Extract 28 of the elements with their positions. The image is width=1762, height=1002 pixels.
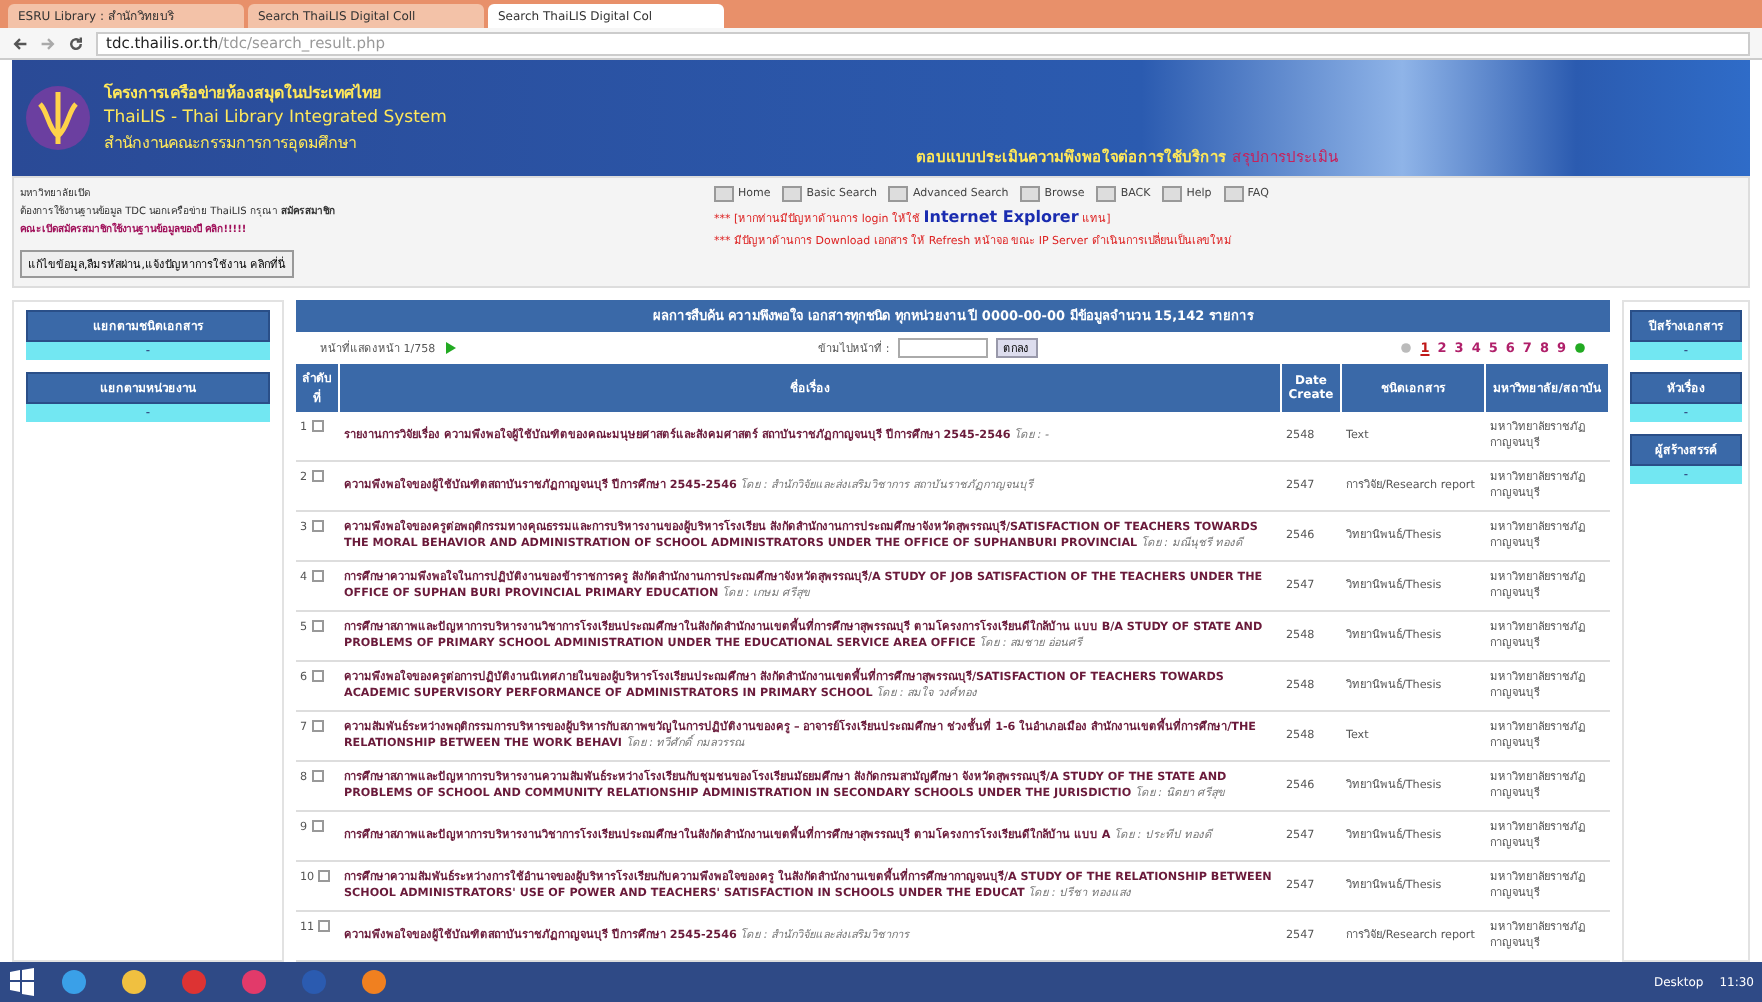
logo-icon xyxy=(24,84,92,152)
next-arrow-icon[interactable] xyxy=(443,342,456,354)
system-title: ThaiLIS - Thai Library Integrated System xyxy=(104,108,447,128)
forward-icon[interactable] xyxy=(40,35,56,51)
page-icon xyxy=(782,186,803,202)
row-checkbox[interactable] xyxy=(318,870,331,882)
row-checkbox[interactable] xyxy=(311,720,324,732)
row-checkbox[interactable] xyxy=(311,570,324,582)
organization-name: สำนักงานคณะกรรมการการอุดมศึกษา xyxy=(104,132,358,156)
page-icon xyxy=(1020,186,1041,202)
row-checkbox[interactable] xyxy=(318,920,331,932)
start-icon[interactable] xyxy=(8,968,36,996)
page-input[interactable] xyxy=(897,338,988,358)
page-icon xyxy=(1096,186,1117,202)
row-checkbox[interactable] xyxy=(311,470,324,482)
row-checkbox[interactable] xyxy=(311,620,324,632)
reload-icon[interactable] xyxy=(68,35,84,51)
project-title: โครงการเครือข่ายห้องสมุดในประเทศไทย xyxy=(104,81,384,106)
row-checkbox[interactable] xyxy=(311,820,324,832)
row-checkbox[interactable] xyxy=(311,420,324,432)
page-icon xyxy=(888,186,909,202)
page-icon xyxy=(714,186,734,202)
page-icon xyxy=(1162,186,1183,202)
row-checkbox[interactable] xyxy=(311,520,324,532)
back-icon[interactable] xyxy=(12,35,28,51)
row-checkbox[interactable] xyxy=(311,670,324,682)
page-icon xyxy=(1223,186,1244,202)
row-checkbox[interactable] xyxy=(311,770,324,782)
